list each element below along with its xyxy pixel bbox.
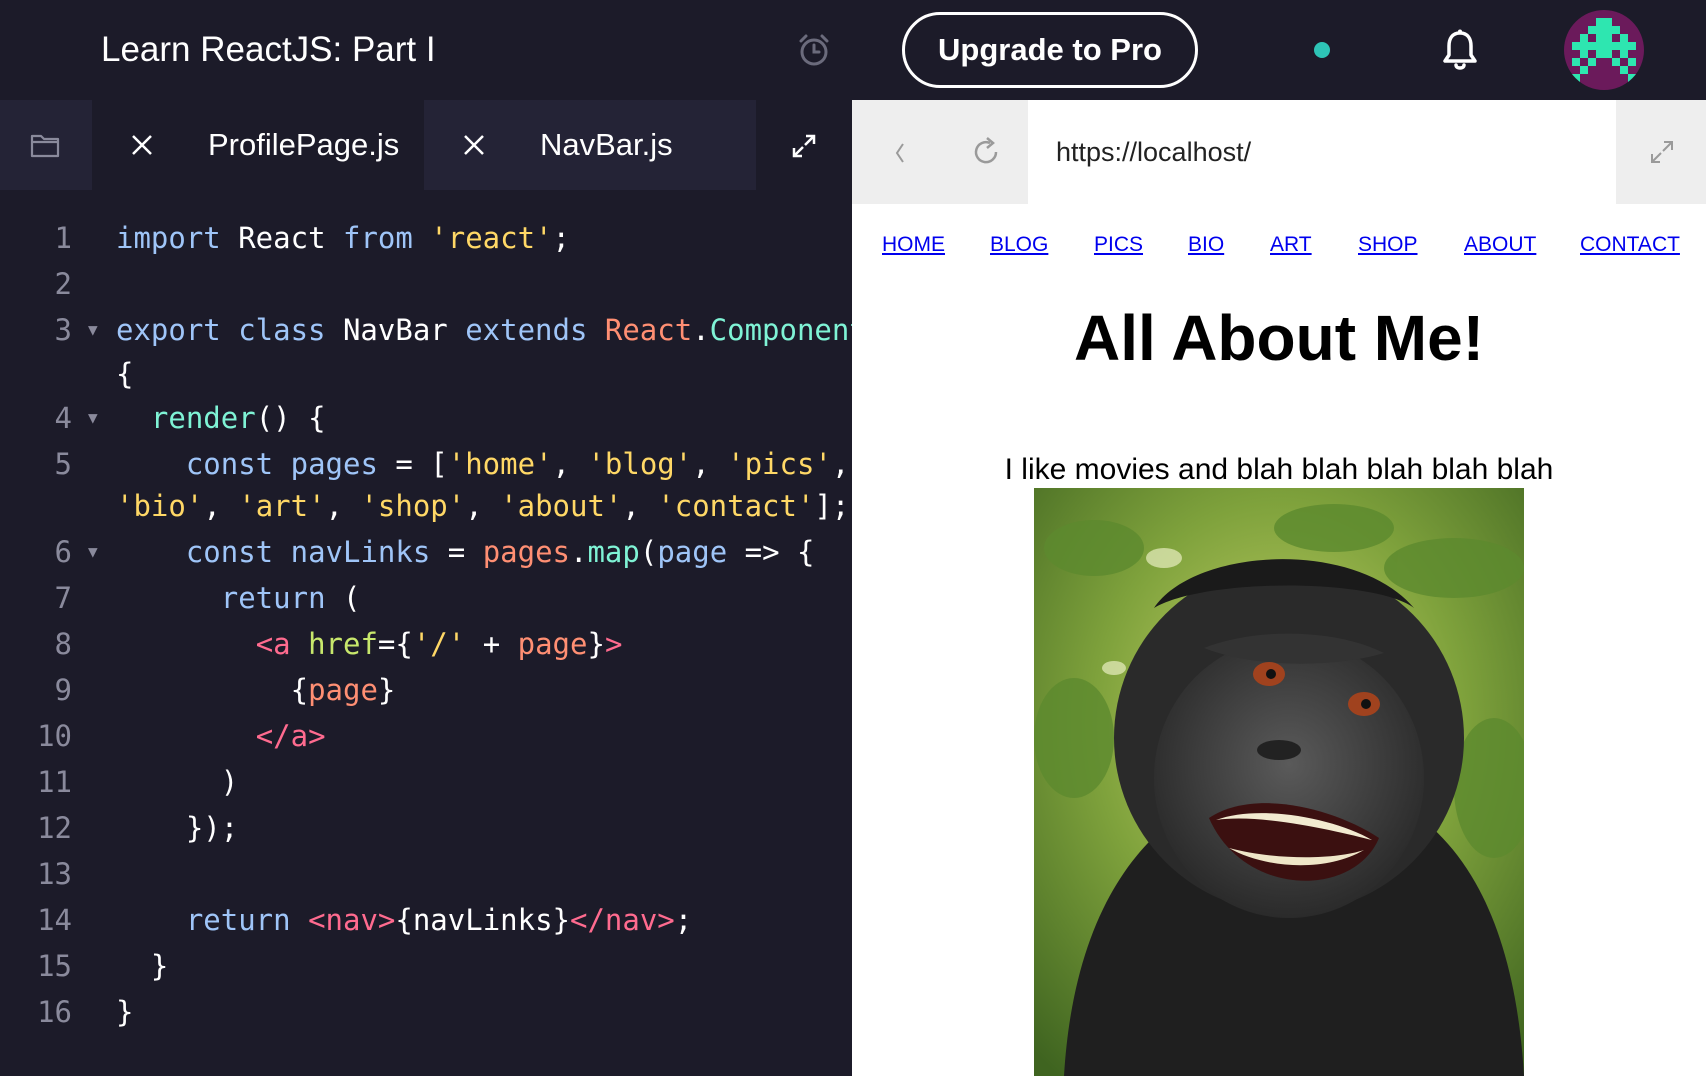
nav-link-blog[interactable]: BLOG (990, 230, 1048, 260)
line-number: 11 (37, 765, 72, 799)
pixel-invader-icon (1572, 18, 1636, 82)
reload-icon[interactable] (970, 136, 1002, 168)
expand-icon[interactable] (1648, 138, 1676, 166)
code-text: return <nav>{navLinks}</nav>; (185, 903, 693, 937)
line-number: 7 (54, 581, 72, 615)
code-text: const navLinks = pages.map(page => { (185, 535, 815, 569)
monkey-selfie-photo (1034, 488, 1524, 1076)
code-text: }); (185, 811, 239, 845)
code-text: </a> (255, 719, 326, 753)
expand-icon[interactable] (790, 132, 818, 160)
line-number: 5 (54, 447, 72, 481)
line-number: 13 (37, 857, 72, 891)
line-number: 9 (54, 673, 72, 707)
code-text: return ( (220, 581, 361, 615)
avatar[interactable] (1564, 10, 1644, 90)
code-text: import React from 'react'; (116, 221, 570, 255)
page-heading: All About Me! (1074, 302, 1484, 374)
close-icon[interactable] (130, 133, 154, 157)
code-text: 'bio', 'art', 'shop', 'about', 'contact'… (116, 489, 850, 523)
course-title: Learn ReactJS: Part I (101, 30, 436, 69)
code-text: } (116, 995, 134, 1029)
code-text: render() { (150, 401, 326, 435)
nav-link-bio[interactable]: BIO (1188, 230, 1224, 260)
line-number: 8 (54, 627, 72, 661)
line-number: 14 (37, 903, 72, 937)
line-number: 16 (37, 995, 72, 1029)
back-icon[interactable] (888, 138, 912, 168)
line-number: 3 (54, 313, 72, 347)
nav-link-pics[interactable]: PICS (1094, 230, 1143, 260)
tab-navbar[interactable]: NavBar.js (424, 100, 756, 190)
line-number: 2 (54, 267, 72, 301)
nav-link-about[interactable]: ABOUT (1464, 230, 1536, 260)
alarm-clock-icon[interactable] (797, 33, 831, 67)
line-number: 15 (37, 949, 72, 983)
line-number: 6 (54, 535, 72, 569)
file-explorer-button[interactable] (0, 100, 92, 190)
tab-profilepage[interactable]: ProfilePage.js (92, 100, 424, 190)
code-text: ) (220, 765, 239, 799)
code-text: const pages = ['home', 'blog', 'pics', (185, 447, 850, 481)
code-text: <a href={'/' + page}> (255, 627, 623, 661)
close-icon[interactable] (462, 133, 486, 157)
url-field[interactable] (1028, 100, 1616, 204)
folder-icon (30, 134, 60, 158)
editor-tab-bar: ProfilePage.js NavBar.js (0, 100, 852, 190)
nav-link-shop[interactable]: SHOP (1358, 230, 1418, 260)
fold-arrow-icon[interactable]: ▼ (88, 401, 98, 435)
line-number: 12 (37, 811, 72, 845)
top-bar: Learn ReactJS: Part I Upgrade to Pro (0, 0, 1706, 100)
line-number: 1 (54, 221, 72, 255)
status-dot (1314, 42, 1330, 58)
tab-label: ProfilePage.js (208, 127, 400, 162)
nav-link-contact[interactable]: CONTACT (1580, 230, 1680, 260)
browser-preview: HOME BLOG PICS BIO ART SHOP ABOUT CONTAC… (852, 100, 1706, 1076)
code-text: { (116, 357, 134, 391)
code-text: {page} (290, 673, 396, 707)
fold-arrow-icon[interactable]: ▼ (88, 535, 98, 569)
page-text: I like movies and blah blah blah blah bl… (1004, 453, 1554, 486)
code-text: export class NavBar extends React.Compon… (116, 313, 867, 347)
line-number: 4 (54, 401, 72, 435)
bell-icon[interactable] (1440, 28, 1480, 72)
line-number: 10 (37, 719, 72, 753)
nav-link-home[interactable]: HOME (882, 230, 945, 260)
code-editor: ProfilePage.js NavBar.js 1 import React … (0, 100, 867, 1076)
upgrade-to-pro-button[interactable]: Upgrade to Pro (902, 12, 1198, 88)
nav-link-art[interactable]: ART (1270, 230, 1312, 260)
site-nav: HOME BLOG PICS BIO ART SHOP ABOUT CONTAC… (852, 230, 1706, 266)
browser-toolbar (852, 100, 1706, 204)
fold-arrow-icon[interactable]: ▼ (88, 313, 98, 347)
code-text: } (150, 949, 169, 983)
tab-label: NavBar.js (540, 127, 673, 162)
